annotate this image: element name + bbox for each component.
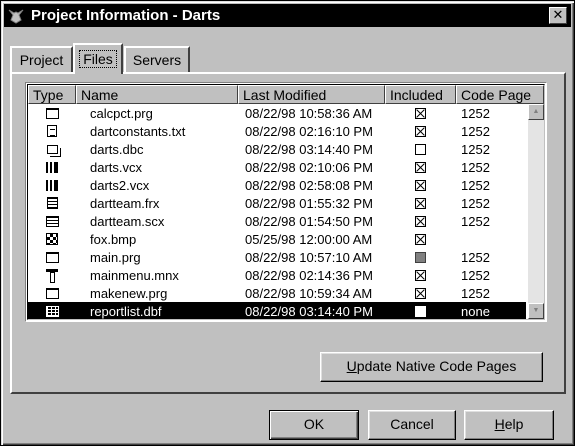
active-tab-joint: [75, 72, 120, 74]
ok-button-label: OK: [303, 416, 325, 432]
tab-servers-label: Servers: [132, 52, 182, 68]
tab-files[interactable]: Files: [73, 43, 123, 74]
cancel-button-label: Cancel: [390, 416, 434, 432]
help-button-mnemonic: H: [494, 416, 505, 432]
files-tab-panel: [10, 72, 566, 394]
tab-files-label: Files: [79, 50, 117, 68]
help-button-label: elp: [504, 416, 524, 432]
close-button[interactable]: ✕: [549, 7, 567, 24]
tab-project[interactable]: Project: [10, 46, 73, 74]
title-bar[interactable]: Project Information - Darts ✕: [4, 4, 571, 27]
help-button[interactable]: Help: [464, 410, 554, 440]
ok-button[interactable]: OK: [269, 410, 359, 440]
tab-project-label: Project: [19, 52, 64, 68]
tab-servers[interactable]: Servers: [124, 46, 190, 74]
window-title: Project Information - Darts: [31, 7, 221, 24]
close-icon: ✕: [552, 7, 564, 22]
project-information-dialog: Project Information - Darts ✕ Project Fi…: [0, 0, 575, 446]
fox-app-icon: [8, 9, 24, 24]
cancel-button[interactable]: Cancel: [368, 410, 456, 440]
